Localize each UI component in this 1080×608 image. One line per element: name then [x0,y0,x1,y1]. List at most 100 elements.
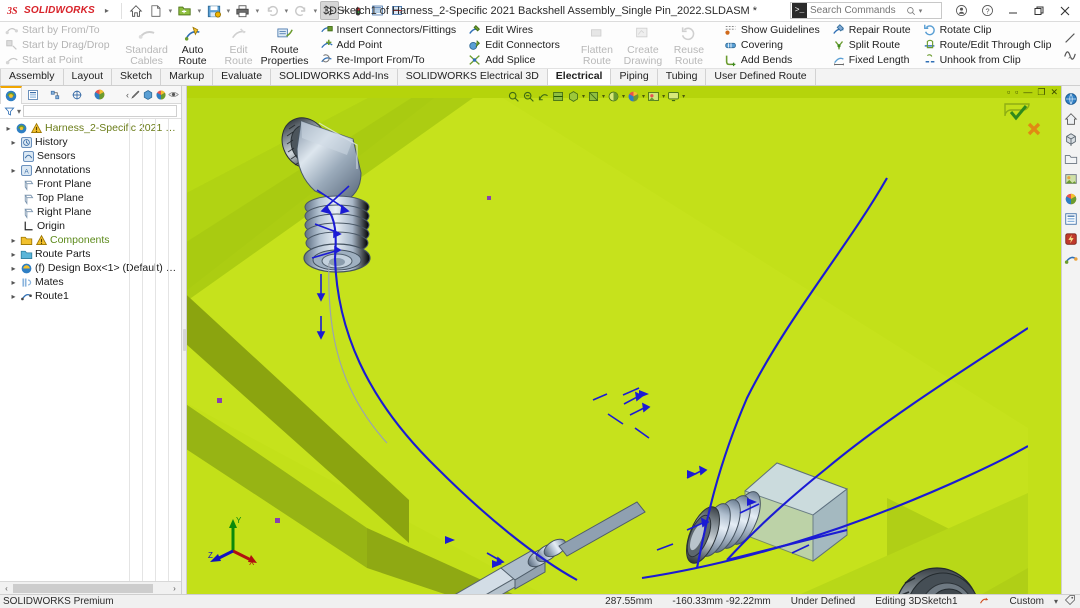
task-pane-file-explorer[interactable] [1063,130,1080,147]
route-properties-button[interactable]: Route Properties [262,23,308,67]
feature-tree-scrollbar[interactable]: ‹ › [0,581,181,594]
save-icon[interactable] [204,1,224,21]
expand-arrow[interactable]: ▸ [9,166,18,175]
menu-expand-caret[interactable]: ▸ [101,6,117,15]
search-icon[interactable] [906,6,916,16]
tab-electrical[interactable]: Electrical [548,68,612,85]
section-view-icon[interactable] [552,90,565,103]
tab-markup[interactable]: Markup [161,68,213,85]
task-pane-solidworks-resources[interactable] [1063,90,1080,107]
unhook-from-clip-button[interactable]: Unhook from Clip [921,52,1056,67]
edit-route-button[interactable]: Edit Route [216,23,262,67]
task-pane-custom-properties[interactable] [1063,190,1080,207]
display-icon[interactable] [368,1,388,21]
task-pane-design-library[interactable] [1063,110,1080,127]
task-pane-appearances-scenes[interactable] [1063,170,1080,187]
expand-arrow[interactable]: ▸ [9,278,18,287]
scroll-track[interactable] [13,584,168,593]
hide-show-dropdown-icon[interactable]: ▾ [622,93,625,100]
redo-icon[interactable] [291,1,311,21]
tab-evaluate[interactable]: Evaluate [213,68,271,85]
display-pane-column-appearance[interactable] [155,119,168,581]
fixed-length-button[interactable]: Fixed Length [830,52,915,67]
start-by-drag-drop-button[interactable]: Start by Drag/Drop [3,38,114,53]
covering-button[interactable]: Covering [722,38,824,53]
add-splice-button[interactable]: Add Splice [466,52,564,67]
task-pane-view-palette[interactable] [1063,150,1080,167]
tab-tubing[interactable]: Tubing [658,68,707,85]
select-dropdown-icon[interactable]: ▾ [339,7,348,15]
display-style-icon[interactable] [587,90,600,103]
feature-manager-tab[interactable] [0,86,22,104]
create-drawing-button[interactable]: Create Drawing [620,23,666,67]
select-icon[interactable] [320,1,339,20]
zoom-to-fit-icon[interactable] [507,90,520,103]
insert-connectors-fittings-button[interactable]: Insert Connectors/Fittings [318,23,461,38]
display-pane-column-display-mode[interactable] [142,119,155,581]
help-icon[interactable]: ? [974,0,1000,21]
expand-arrow[interactable]: ▸ [4,124,13,133]
scroll-right-icon[interactable]: › [168,584,181,593]
task-pane-solidworks-forum[interactable] [1063,210,1080,227]
undo-icon[interactable] [262,1,282,21]
doc-close-icon[interactable]: ✕ [1050,87,1058,98]
dimxpert-manager-tab[interactable] [66,86,88,104]
hide-show-icon[interactable] [607,90,620,103]
open-dropdown-icon[interactable]: ▾ [195,7,204,15]
doc-restore-small-icon[interactable]: ▫ [1007,87,1010,97]
open-folder-icon[interactable] [175,1,195,21]
standard-cables-button[interactable]: Standard Cables [124,23,170,67]
tab-layout[interactable]: Layout [64,68,113,85]
tab-piping[interactable]: Piping [611,68,657,85]
status-tag-icon[interactable] [1064,594,1076,608]
start-at-point-button[interactable]: Start at Point [3,52,114,67]
expand-arrow[interactable]: ▸ [9,264,18,273]
expand-arrow[interactable]: ▸ [9,138,18,147]
rotate-clip-button[interactable]: Rotate Clip [921,23,1056,38]
flatten-route-button[interactable]: Flatten Route [574,23,620,67]
scene-icon[interactable] [647,90,660,103]
re-import-from-to-button[interactable]: Re-Import From/To [318,52,461,67]
view-settings-icon[interactable] [667,90,680,103]
split-route-button[interactable]: Split Route [830,38,915,53]
undo-dropdown-icon[interactable]: ▾ [282,7,291,15]
redo-dropdown-icon[interactable]: ▾ [311,7,320,15]
edit-wires-button[interactable]: Edit Wires [466,23,564,38]
add-bends-button[interactable]: Add Bends [722,52,824,67]
repair-route-button[interactable]: Repair Route [830,23,915,38]
status-rebuild-icon[interactable] [968,595,1000,608]
display-pane-column-hide[interactable] [129,119,142,581]
minimize-button[interactable] [1000,0,1026,21]
new-dropdown-icon[interactable]: ▾ [166,7,175,15]
view-3d-icon[interactable] [142,89,154,101]
3d-scene[interactable] [187,98,1061,594]
property-manager-tab[interactable] [22,86,44,104]
tab-user-defined-route[interactable]: User Defined Route [706,68,815,85]
home-icon[interactable] [126,1,146,21]
tab-assembly[interactable]: Assembly [0,68,64,85]
view-orientation-dropdown-icon[interactable]: ▾ [582,93,585,100]
splitter-grip[interactable] [183,329,186,351]
edit-connectors-button[interactable]: Edit Connectors [466,38,564,53]
auto-route-button[interactable]: Auto Route [170,23,216,67]
section-view-icon[interactable] [388,1,408,21]
expand-arrow[interactable]: ▸ [9,236,18,245]
restore-button[interactable] [1026,0,1052,21]
tab-solidworks-add-ins[interactable]: SOLIDWORKS Add-Ins [271,68,398,85]
ribbon-collapse-icon[interactable]: ⌃ [1066,55,1074,66]
search-commands-box[interactable]: >_ ▾ [790,2,942,19]
search-input[interactable] [810,5,906,16]
filter-dropdown-icon[interactable]: ▾ [17,107,21,116]
doc-restore-icon[interactable]: ❐ [1037,87,1045,98]
task-pane-electrical-library[interactable] [1063,230,1080,247]
status-units[interactable]: Custom [1000,596,1054,607]
appearances-icon[interactable] [155,89,167,101]
doc-minimize-icon[interactable]: — [1023,87,1032,97]
previous-view-icon[interactable] [537,90,550,103]
graphics-viewport[interactable]: ▫ ▫ — ❐ ✕ ▾ ▾ ▾ ▾ ▾ [187,86,1061,594]
reuse-route-button[interactable]: Reuse Route [666,23,712,67]
scroll-left-icon[interactable]: ‹ [0,584,13,593]
configuration-manager-tab[interactable] [44,86,66,104]
display-manager-tab[interactable] [88,86,110,104]
task-pane-routing-library[interactable] [1063,250,1080,267]
